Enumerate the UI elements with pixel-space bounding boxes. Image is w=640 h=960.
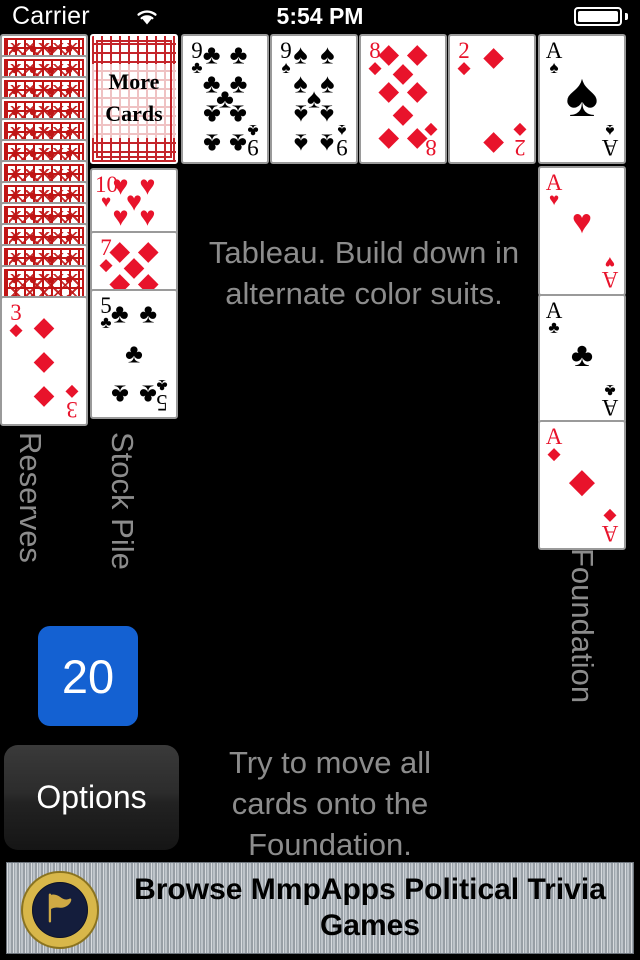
stock-pile-label: Stock Pile	[105, 432, 140, 570]
ornate-spade-icon: ♠	[565, 61, 599, 131]
card-8-of-diamonds[interactable]: 8 ◆ ◆ ◆ ◆ ◆ ◆ ◆ ◆ ◆ 8 ◆	[359, 34, 447, 164]
more-cards-button[interactable]: More Cards	[90, 34, 178, 164]
score-value: 20	[61, 649, 115, 703]
card-2-of-diamonds[interactable]: 2 ◆ ◆ ◆ 2 ◆	[448, 34, 536, 164]
diamond-icon: ◆	[513, 121, 527, 140]
card-5-of-clubs[interactable]: 5 ♣ ♣ ♣ ♣ ♣ ♣ 5 ♣	[90, 289, 178, 419]
ad-banner[interactable]: 🏲 Browse MmpApps Political Trivia Games	[6, 862, 634, 954]
club-icon: ♣	[156, 376, 168, 395]
club-icon: ♣	[125, 338, 143, 369]
clock-label: 5:54 PM	[276, 3, 364, 29]
battery-nub-icon	[625, 13, 628, 20]
card-ace-of-clubs[interactable]: A ♣ ♣ A ♣	[538, 294, 626, 424]
goal-hint-text: Try to move all cards onto the Foundatio…	[228, 745, 432, 863]
card-9-of-clubs[interactable]: 9 ♣ ♣ ♣ ♣ ♣ ♣ ♣ ♣ ♣ ♣ 9 ♣	[181, 34, 269, 164]
spade-icon: ♠	[320, 68, 335, 99]
club-icon: ♣	[202, 39, 221, 70]
spade-icon: ♠	[293, 128, 308, 159]
diamond-icon: ◆	[33, 345, 55, 376]
status-bar: Carrier 5:54 PM	[0, 0, 640, 32]
club-icon: ♣	[247, 121, 259, 140]
club-icon: ♣	[202, 128, 221, 159]
club-icon: ♣	[229, 39, 248, 70]
card-ace-of-diamonds[interactable]: A ◆ ◆ A ◆	[538, 420, 626, 550]
options-button-label: Options	[36, 779, 147, 815]
tableau-hint-text: Tableau. Build down in alternate color s…	[208, 235, 520, 312]
club-icon: ♣	[110, 379, 129, 410]
score-badge[interactable]: 20	[38, 626, 138, 726]
presidential-seal-icon: 🏲	[21, 871, 99, 949]
spade-icon: ♠	[293, 68, 308, 99]
diamond-icon: ◆	[424, 121, 438, 140]
card-ace-of-spades[interactable]: A ♠ ♠ A ♠	[538, 34, 626, 164]
diamond-icon: ◆	[378, 121, 400, 152]
spade-icon: ♠	[293, 99, 308, 130]
card-ace-of-hearts[interactable]: A ♥ ♥ A ♥	[538, 166, 626, 296]
options-button[interactable]: Options	[4, 745, 179, 850]
heart-icon: ♥	[139, 201, 156, 232]
diamond-icon: ◆	[483, 125, 505, 156]
diamond-icon: ◆	[123, 251, 145, 282]
spade-icon: ♠	[320, 39, 335, 70]
spade-icon: ♠	[293, 39, 308, 70]
battery-icon	[574, 7, 622, 26]
card-9-of-spades[interactable]: 9 ♠ ♠ ♠ ♠ ♠ ♠ ♠ ♠ ♠ ♠ 9 ♠	[270, 34, 358, 164]
diamond-icon: ◆	[33, 379, 55, 410]
heart-icon: ♥	[571, 203, 593, 242]
diamond-icon: ◆	[33, 311, 55, 342]
reserves-label: Reserves	[13, 432, 48, 563]
card-3-of-diamonds[interactable]: 3 ◆ ◆ ◆ ◆ 3 ◆	[0, 296, 88, 426]
heart-icon: ♥	[112, 201, 129, 232]
club-icon: ♣	[570, 336, 594, 375]
diamond-icon: ◆	[568, 462, 596, 501]
ad-banner-text: Browse MmpApps Political Trivia Games	[134, 873, 606, 942]
spade-icon: ♠	[337, 121, 347, 140]
solitaire-game-screen: Carrier 5:54 PM 3 ◆ ◆ ◆ ◆ 3 ◆ More Cards…	[0, 0, 640, 960]
club-icon: ♣	[139, 298, 158, 329]
more-cards-line2: Cards	[105, 100, 163, 126]
foundation-label: Foundation	[565, 548, 600, 704]
diamond-icon: ◆	[483, 41, 505, 72]
more-cards-line1: More	[108, 69, 160, 94]
club-icon: ♣	[110, 298, 129, 329]
diamond-icon: ◆	[65, 383, 79, 402]
club-icon: ♣	[202, 99, 221, 130]
